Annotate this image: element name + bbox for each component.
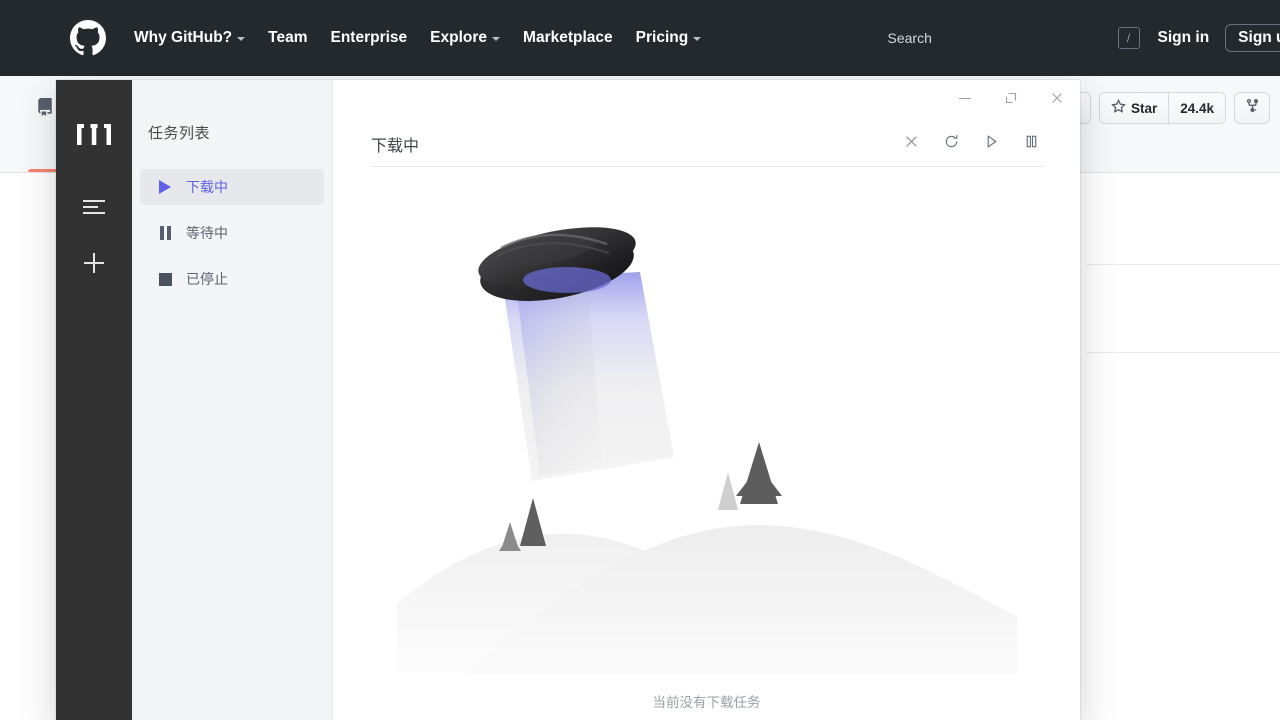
- close-icon: [1050, 91, 1064, 110]
- minimize-button[interactable]: [942, 84, 988, 116]
- github-header-right: Search / Sign in Sign up: [874, 0, 1280, 76]
- task-item-stopped[interactable]: 已停止: [140, 261, 324, 297]
- nav-item-explore[interactable]: Explore: [430, 29, 500, 47]
- nav-label: Marketplace: [523, 29, 613, 47]
- pause-bars-icon: [158, 226, 172, 240]
- delete-x-icon: [904, 134, 919, 154]
- ufo-beam-landscape-illustration: [397, 204, 1017, 679]
- task-item-label: 等待中: [186, 223, 228, 243]
- search-shortcut-badge: /: [1118, 27, 1140, 49]
- task-list-pane: 任务列表 下载中 等待中 已停止: [132, 80, 333, 720]
- github-global-header: Why GitHub? Team Enterprise Explore Mark…: [0, 0, 1280, 76]
- add-task-button[interactable]: [72, 243, 116, 287]
- sign-up-button[interactable]: Sign up: [1225, 24, 1280, 52]
- nav-item-marketplace[interactable]: Marketplace: [523, 29, 613, 47]
- maximize-button[interactable]: [988, 84, 1034, 116]
- star-button[interactable]: Star: [1100, 93, 1168, 123]
- stop-square-icon: [158, 272, 172, 286]
- plus-icon: [82, 251, 106, 280]
- nav-label: Team: [268, 29, 307, 47]
- fork-button[interactable]: [1234, 92, 1270, 124]
- chevron-down-icon: [492, 37, 500, 41]
- task-item-label: 下载中: [186, 177, 228, 197]
- app-logo[interactable]: [75, 122, 113, 153]
- task-item-downloading[interactable]: 下载中: [140, 169, 324, 205]
- minimize-icon: [958, 91, 972, 110]
- play-icon: [983, 133, 1000, 155]
- delete-task-button[interactable]: [898, 131, 924, 157]
- task-item-label: 已停止: [186, 269, 228, 289]
- nav-item-pricing[interactable]: Pricing: [636, 29, 702, 47]
- screen: Why GitHub? Team Enterprise Explore Mark…: [0, 0, 1280, 720]
- download-manager-window: 任务列表 下载中 等待中 已停止: [56, 80, 1080, 720]
- refresh-button[interactable]: [938, 131, 964, 157]
- chevron-down-icon: [237, 37, 245, 41]
- star-button-group[interactable]: Star 24.4k: [1099, 92, 1226, 124]
- github-nav: Why GitHub? Team Enterprise Explore Mark…: [134, 29, 701, 47]
- pause-icon: [1023, 133, 1040, 155]
- search-input[interactable]: Search: [874, 30, 1118, 46]
- nav-label: Enterprise: [331, 29, 408, 47]
- repo-action-buttons: 23 Star 24.4k: [1052, 92, 1270, 124]
- resume-all-button[interactable]: [978, 131, 1004, 157]
- nav-item-why-github[interactable]: Why GitHub?: [134, 29, 245, 47]
- nav-label: Explore: [430, 29, 487, 47]
- task-item-waiting[interactable]: 等待中: [140, 215, 324, 251]
- nav-label: Why GitHub?: [134, 29, 232, 47]
- content-divider: [1086, 264, 1280, 265]
- sign-in-link[interactable]: Sign in: [1158, 29, 1210, 47]
- app-rail: [56, 80, 132, 720]
- panel-title: 下载中: [371, 132, 419, 156]
- content-divider: [1086, 352, 1280, 353]
- panel-header: 下载中: [371, 122, 1044, 167]
- close-button[interactable]: [1034, 84, 1080, 116]
- maximize-icon: [1004, 91, 1018, 110]
- star-label: Star: [1131, 101, 1157, 116]
- fork-icon: [1245, 98, 1260, 118]
- task-list-title: 任务列表: [132, 122, 332, 143]
- nav-label: Pricing: [636, 29, 689, 47]
- nav-item-team[interactable]: Team: [268, 29, 307, 47]
- window-titlebar: [333, 80, 1080, 120]
- empty-state-message: 当前没有下载任务: [653, 691, 761, 711]
- repo-book-icon: [36, 98, 54, 121]
- task-list-button[interactable]: [72, 187, 116, 231]
- download-content-pane: 下载中: [333, 80, 1080, 720]
- play-triangle-icon: [158, 180, 172, 194]
- star-icon: [1111, 99, 1126, 117]
- empty-state: 当前没有下载任务: [333, 176, 1080, 720]
- nav-item-enterprise[interactable]: Enterprise: [331, 29, 408, 47]
- pause-all-button[interactable]: [1018, 131, 1044, 157]
- task-list-icon: [82, 198, 106, 221]
- chevron-down-icon: [693, 37, 701, 41]
- panel-toolbar: [898, 131, 1044, 157]
- refresh-icon: [943, 133, 960, 155]
- star-count[interactable]: 24.4k: [1168, 93, 1225, 123]
- github-mark-icon[interactable]: [70, 20, 106, 56]
